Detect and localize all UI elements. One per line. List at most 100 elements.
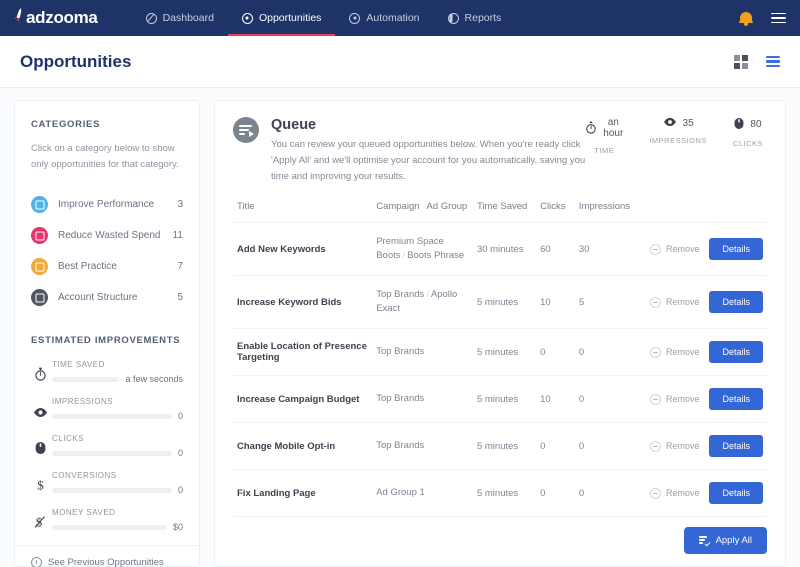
table-row[interactable]: Increase Keyword Bids Top Brands / Apollo E… [233, 275, 767, 329]
improvement-label: IMPRESSIONS [52, 397, 114, 406]
details-button[interactable]: Details [709, 482, 763, 504]
dollar-slash-icon: $ [31, 515, 49, 532]
details-button[interactable]: Details [709, 238, 763, 260]
stat-impressions: 35 IMPRESSIONS [649, 117, 707, 185]
circle-minus-icon [649, 296, 661, 308]
details-button[interactable]: Details [709, 435, 763, 457]
table-row[interactable]: Change Mobile Opt-in Top Brands 5 minutes 0… [233, 422, 767, 470]
cell-campaign: Ad Group 1 [376, 487, 425, 498]
account-structure-icon [31, 289, 48, 306]
sidebar-item-best-practice[interactable]: Best Practice 7 [15, 251, 199, 282]
improvement-time-saved: TIME SAVED a few seconds [15, 360, 199, 397]
queue-table-wrapper: Title Campaign Ad Group Time Saved Clicks… [215, 195, 785, 517]
queue-table: Title Campaign Ad Group Time Saved Clicks… [233, 195, 767, 517]
improvement-progress-bar [52, 450, 172, 456]
cell-actions: Remove Details [645, 469, 767, 517]
column-header-campaign-adgroup[interactable]: Campaign Ad Group [372, 195, 473, 223]
remove-button[interactable]: Remove [649, 440, 700, 452]
app-logo[interactable]: adzooma [14, 8, 98, 28]
table-row[interactable]: Fix Landing Page Ad Group 15 minutes 0 0 Rem… [233, 469, 767, 517]
table-head: Title Campaign Ad Group Time Saved Clicks… [233, 195, 767, 223]
top-navigation-bar: adzooma Dashboard Opportunities Automati… [0, 0, 800, 36]
improvement-clicks: CLICKS 0 [15, 434, 199, 471]
cell-clicks: 0 [536, 469, 575, 517]
stat-value: 35 [682, 117, 694, 129]
cell-impressions: 0 [574, 422, 646, 470]
improvement-impressions: IMPRESSIONS 0 [15, 397, 199, 434]
column-header-clicks[interactable]: Clicks [536, 195, 575, 223]
remove-button[interactable]: Remove [649, 243, 700, 255]
cell-campaign-adgroup: Ad Group 1 [372, 469, 473, 517]
apply-all-label: Apply All [715, 535, 752, 546]
table-body: Add New Keywords Premium Space Boots / Boot… [233, 222, 767, 517]
circle-minus-icon [649, 487, 661, 499]
remove-button[interactable]: Remove [649, 346, 700, 358]
category-count: 7 [177, 261, 183, 272]
queue-description: You can review your queued opportunities… [271, 139, 586, 182]
details-button[interactable]: Details [709, 388, 763, 410]
details-button[interactable]: Details [709, 341, 763, 363]
nav-item-reports[interactable]: Reports [434, 0, 516, 36]
improvement-value: 0 [177, 411, 183, 421]
improvement-label: TIME SAVED [52, 360, 105, 369]
page-header: Opportunities [0, 36, 800, 88]
hamburger-menu-icon[interactable] [771, 12, 786, 24]
table-row[interactable]: Add New Keywords Premium Space Boots / Boot… [233, 222, 767, 276]
improvement-label: CONVERSIONS [52, 471, 117, 480]
remove-label: Remove [665, 394, 700, 404]
dollar-icon: $ [31, 478, 49, 495]
grid-view-icon[interactable] [734, 54, 748, 69]
remove-label: Remove [665, 488, 700, 498]
cell-time-saved: 5 minutes [472, 469, 537, 517]
sidebar-item-account-structure[interactable]: Account Structure 5 [15, 282, 199, 313]
column-header-impressions[interactable]: Impressions [574, 195, 646, 223]
queue-title: Queue [271, 117, 317, 133]
nav-item-dashboard[interactable]: Dashboard [132, 0, 228, 36]
improvement-progress-bar [52, 376, 120, 382]
cell-campaign-adgroup: Top Brands [372, 375, 473, 423]
improvement-progress-bar [52, 413, 172, 419]
category-list: Improve Performance 3 Reduce Wasted Spen… [15, 189, 199, 313]
cell-impressions: 0 [574, 469, 646, 517]
queue-stats: an hour TIME 35 IMPRESSIONS 80 CLICKS [585, 117, 767, 185]
category-count: 3 [177, 199, 183, 210]
cell-title: Add New Keywords [233, 222, 373, 276]
cell-impressions: 0 [574, 375, 646, 423]
cell-title: Increase Campaign Budget [233, 375, 373, 423]
cell-clicks: 0 [536, 328, 575, 376]
remove-label: Remove [665, 347, 700, 357]
details-button[interactable]: Details [709, 291, 763, 313]
see-previous-opportunities-link[interactable]: See Previous Opportunities [15, 545, 199, 567]
cell-actions: Remove Details [645, 375, 767, 423]
improvements-heading: ESTIMATED IMPROVEMENTS [31, 335, 181, 346]
improvements-list: TIME SAVED a few seconds IMPRESSIONS 0 C… [15, 360, 199, 545]
sidebar-item-improve-performance[interactable]: Improve Performance 3 [15, 189, 199, 220]
improvement-value: 0 [177, 485, 183, 495]
cell-title: Fix Landing Page [233, 469, 373, 517]
remove-button[interactable]: Remove [649, 393, 700, 405]
cell-title: Change Mobile Opt-in [233, 422, 373, 470]
improvement-label: MONEY SAVED [52, 508, 116, 517]
table-row[interactable]: Enable Location of Presence Targeting Top… [233, 328, 767, 376]
remove-button[interactable]: Remove [649, 296, 700, 308]
cell-campaign-adgroup: Premium Space Boots / Boots Phrase [372, 222, 473, 276]
column-header-actions [645, 195, 767, 223]
see-previous-opportunities-label: See Previous Opportunities [48, 557, 164, 567]
improvement-value: a few seconds [125, 374, 183, 384]
column-header-title[interactable]: Title [233, 195, 373, 223]
cell-time-saved: 30 minutes [472, 222, 537, 276]
cell-impressions: 5 [574, 275, 646, 329]
improvement-progress-bar [52, 524, 167, 530]
remove-button[interactable]: Remove [649, 487, 700, 499]
table-row[interactable]: Increase Campaign Budget Top Brands 5 minu… [233, 375, 767, 423]
sidebar-item-reduce-wasted-spend[interactable]: Reduce Wasted Spend 11 [15, 220, 199, 251]
stat-value: 80 [750, 119, 762, 130]
stat-label: IMPRESSIONS [649, 136, 707, 145]
nav-item-opportunities[interactable]: Opportunities [227, 0, 336, 36]
bell-icon[interactable] [739, 11, 753, 26]
nav-item-automation[interactable]: Automation [335, 0, 433, 36]
column-header-time-saved[interactable]: Time Saved [472, 195, 537, 223]
cell-time-saved: 5 minutes [472, 328, 537, 376]
list-view-icon[interactable] [766, 55, 780, 68]
apply-all-button[interactable]: Apply All [683, 527, 767, 554]
